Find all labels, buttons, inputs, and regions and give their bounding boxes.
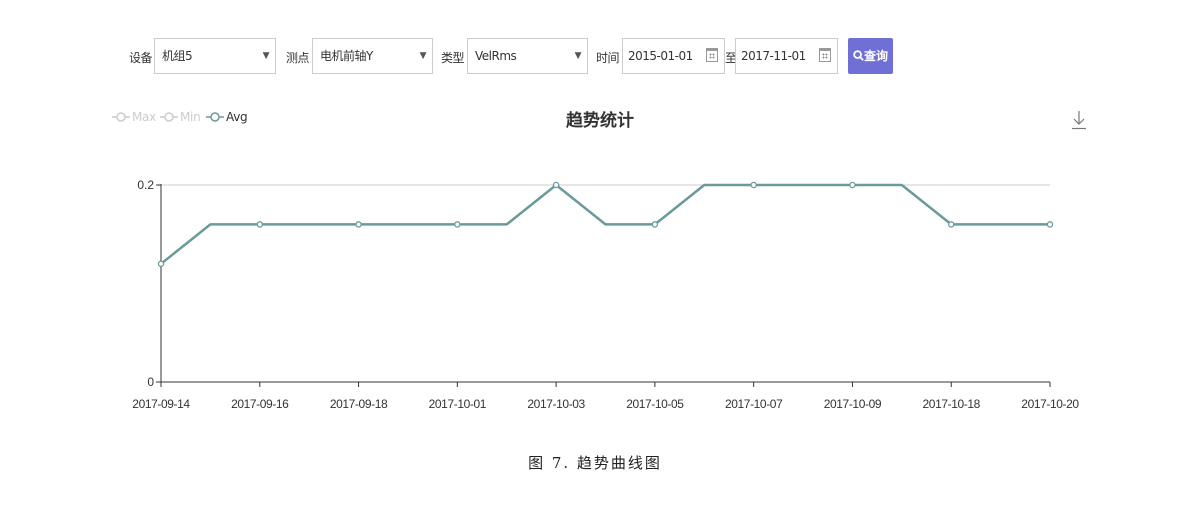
y-tick-label: 0.2 <box>137 178 154 192</box>
x-tick-label: 2017-09-16 <box>231 397 289 411</box>
x-tick-label: 2017-10-07 <box>725 397 783 411</box>
data-point <box>750 181 757 189</box>
data-point <box>454 221 461 228</box>
data-point <box>849 181 856 189</box>
x-tick-label: 2017-10-09 <box>824 397 882 411</box>
data-point <box>355 221 362 228</box>
x-tick-label: 2017-10-18 <box>923 397 981 411</box>
x-tick-label: 2017-09-18 <box>330 397 388 411</box>
data-point <box>1046 221 1054 228</box>
figure-caption: 图 7. 趋势曲线图 <box>528 454 662 472</box>
y-tick-label: 0 <box>147 375 154 389</box>
data-point <box>157 260 165 268</box>
x-tick-label: 2017-10-03 <box>527 397 585 411</box>
data-point <box>651 221 659 228</box>
data-point <box>552 181 560 189</box>
data-point <box>947 221 955 228</box>
x-tick-label: 2017-10-05 <box>626 397 684 411</box>
series-line-avg <box>160 183 1050 265</box>
data-point <box>256 221 264 228</box>
x-tick-label: 2017-10-01 <box>429 397 487 411</box>
x-tick-label: 2017-10-20 <box>1021 397 1079 411</box>
trend-chart: 0 0.2 2017-09-14 2017-09-16 2017-09-18 2017-1… <box>132 178 1080 411</box>
x-tick-label: 2017-09-14 <box>132 397 190 411</box>
